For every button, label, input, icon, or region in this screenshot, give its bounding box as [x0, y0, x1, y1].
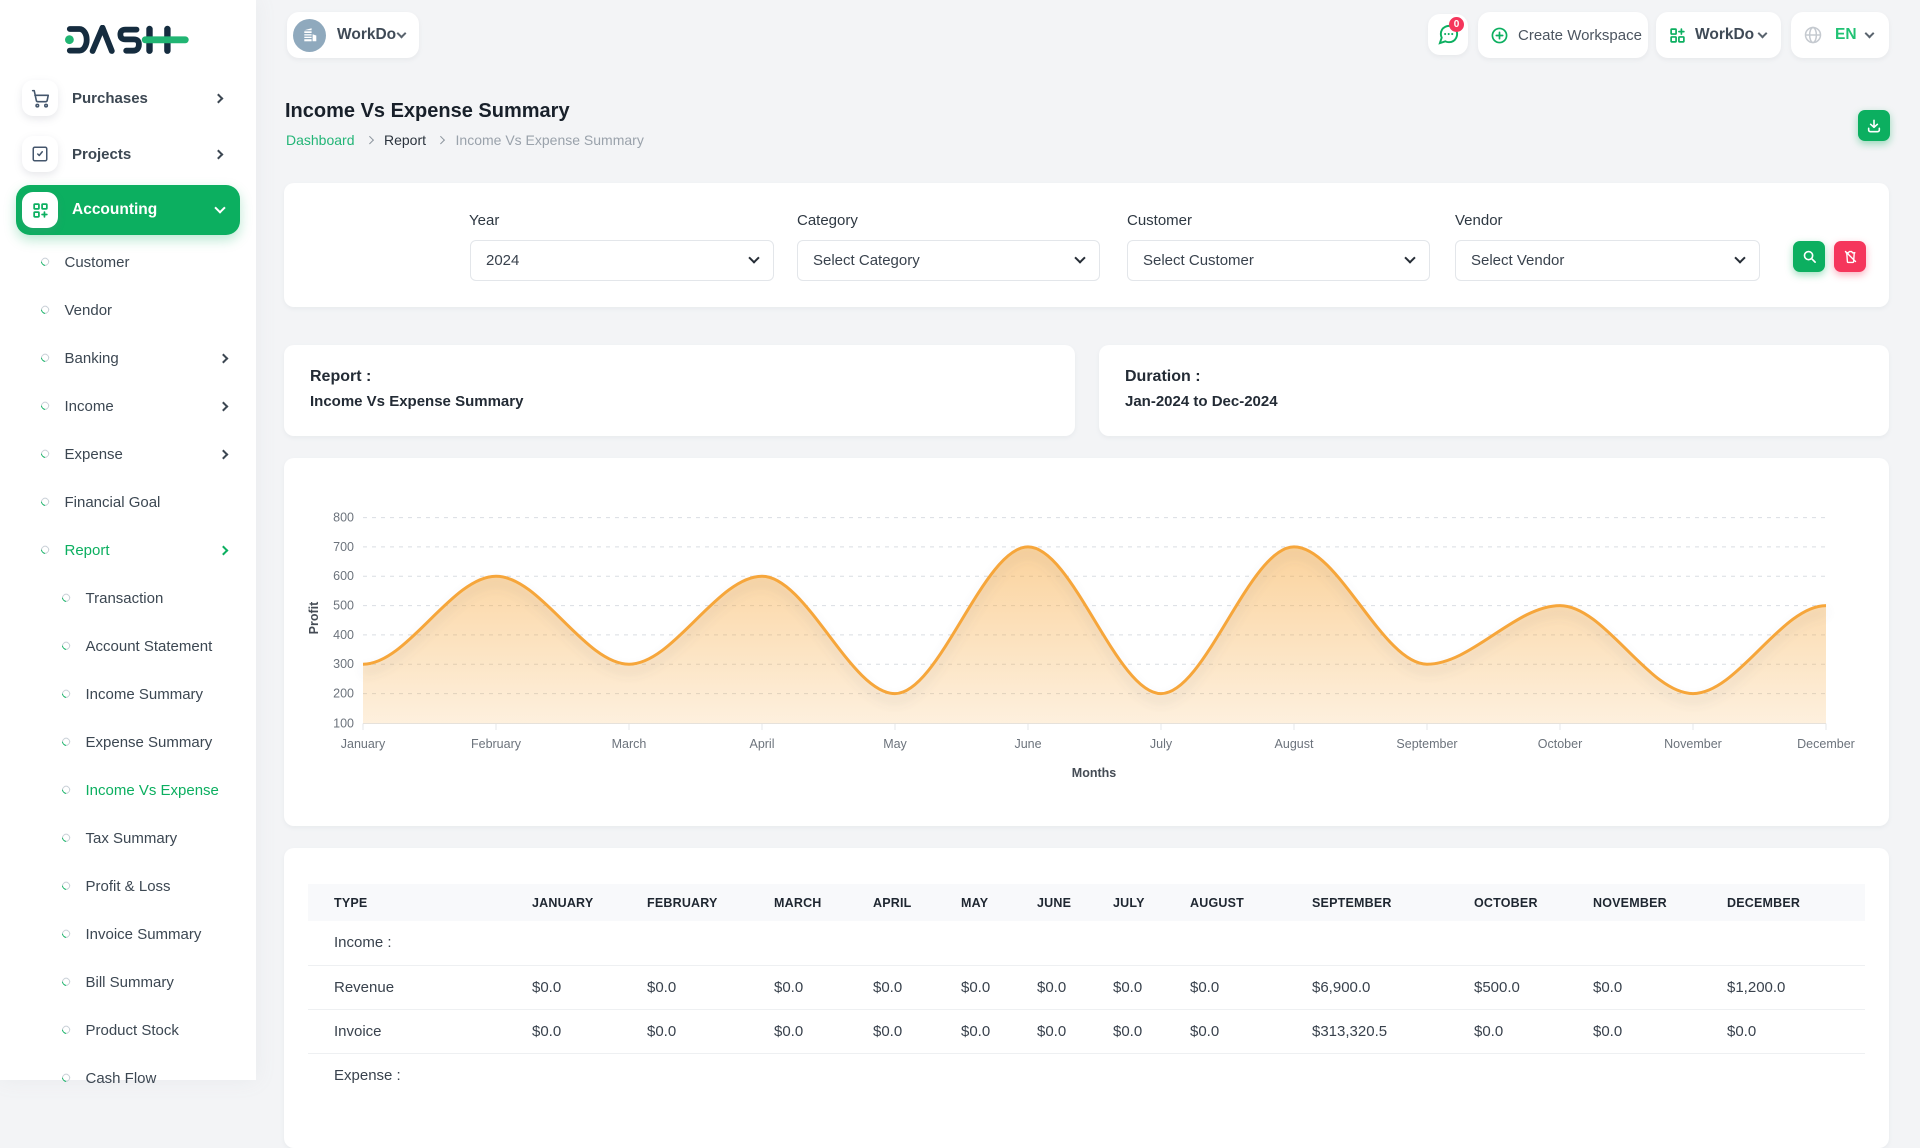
svg-text:600: 600	[333, 569, 354, 583]
svg-text:500: 500	[333, 599, 354, 613]
svg-text:700: 700	[333, 540, 354, 554]
svg-text:400: 400	[333, 628, 354, 642]
svg-text:May: May	[883, 737, 907, 751]
svg-text:Profit: Profit	[307, 601, 321, 634]
svg-text:April: April	[749, 737, 774, 751]
svg-text:September: September	[1396, 737, 1457, 751]
svg-text:100: 100	[333, 717, 354, 731]
svg-text:August: August	[1275, 737, 1314, 751]
svg-text:November: November	[1664, 737, 1722, 751]
svg-text:200: 200	[333, 687, 354, 701]
svg-text:February: February	[471, 737, 522, 751]
svg-text:December: December	[1797, 737, 1855, 751]
svg-text:January: January	[341, 737, 386, 751]
svg-text:June: June	[1014, 737, 1041, 751]
svg-text:July: July	[1150, 737, 1173, 751]
svg-text:800: 800	[333, 511, 354, 525]
svg-text:October: October	[1538, 737, 1582, 751]
svg-text:Months: Months	[1072, 766, 1116, 780]
svg-text:March: March	[612, 737, 647, 751]
svg-text:300: 300	[333, 657, 354, 671]
